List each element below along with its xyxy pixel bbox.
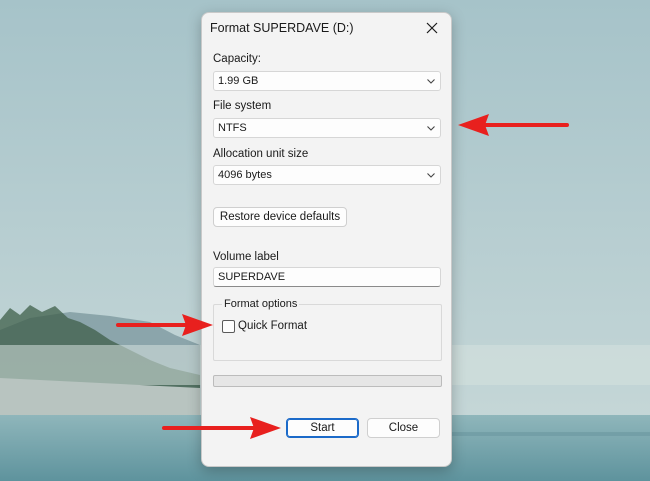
start-button[interactable]: Start bbox=[286, 418, 359, 438]
restore-defaults-button[interactable]: Restore device defaults bbox=[213, 207, 347, 227]
volume-label-label: Volume label bbox=[213, 251, 279, 263]
file-system-arrow bbox=[458, 114, 569, 136]
allocation-label: Allocation unit size bbox=[213, 148, 309, 160]
close-icon[interactable] bbox=[421, 17, 443, 39]
allocation-value: 4096 bytes bbox=[218, 169, 272, 181]
title-bar: Format SUPERDAVE (D:) bbox=[202, 13, 451, 43]
file-system-value: NTFS bbox=[218, 122, 247, 134]
format-progress-bar bbox=[213, 375, 442, 387]
format-dialog: Format SUPERDAVE (D:) Capacity: 1.99 GB … bbox=[201, 12, 452, 467]
allocation-select[interactable]: 4096 bytes bbox=[213, 165, 441, 185]
quick-format-checkbox[interactable] bbox=[222, 320, 235, 333]
file-system-label: File system bbox=[213, 100, 272, 112]
quick-format-label[interactable]: Quick Format bbox=[238, 320, 307, 332]
quick-format-arrow bbox=[116, 314, 213, 336]
format-options-group: Format options Quick Format bbox=[213, 298, 442, 361]
volume-label-input[interactable] bbox=[213, 267, 441, 287]
capacity-value: 1.99 GB bbox=[218, 75, 259, 87]
capacity-label: Capacity: bbox=[213, 53, 261, 65]
file-system-select[interactable]: NTFS bbox=[213, 118, 441, 138]
window-title: Format SUPERDAVE (D:) bbox=[210, 21, 354, 35]
chevron-down-icon bbox=[427, 79, 435, 84]
format-options-legend: Format options bbox=[222, 298, 300, 310]
capacity-select[interactable]: 1.99 GB bbox=[213, 71, 441, 91]
chevron-down-icon bbox=[427, 126, 435, 131]
close-button[interactable]: Close bbox=[367, 418, 440, 438]
chevron-down-icon bbox=[427, 173, 435, 178]
start-arrow bbox=[162, 417, 281, 439]
